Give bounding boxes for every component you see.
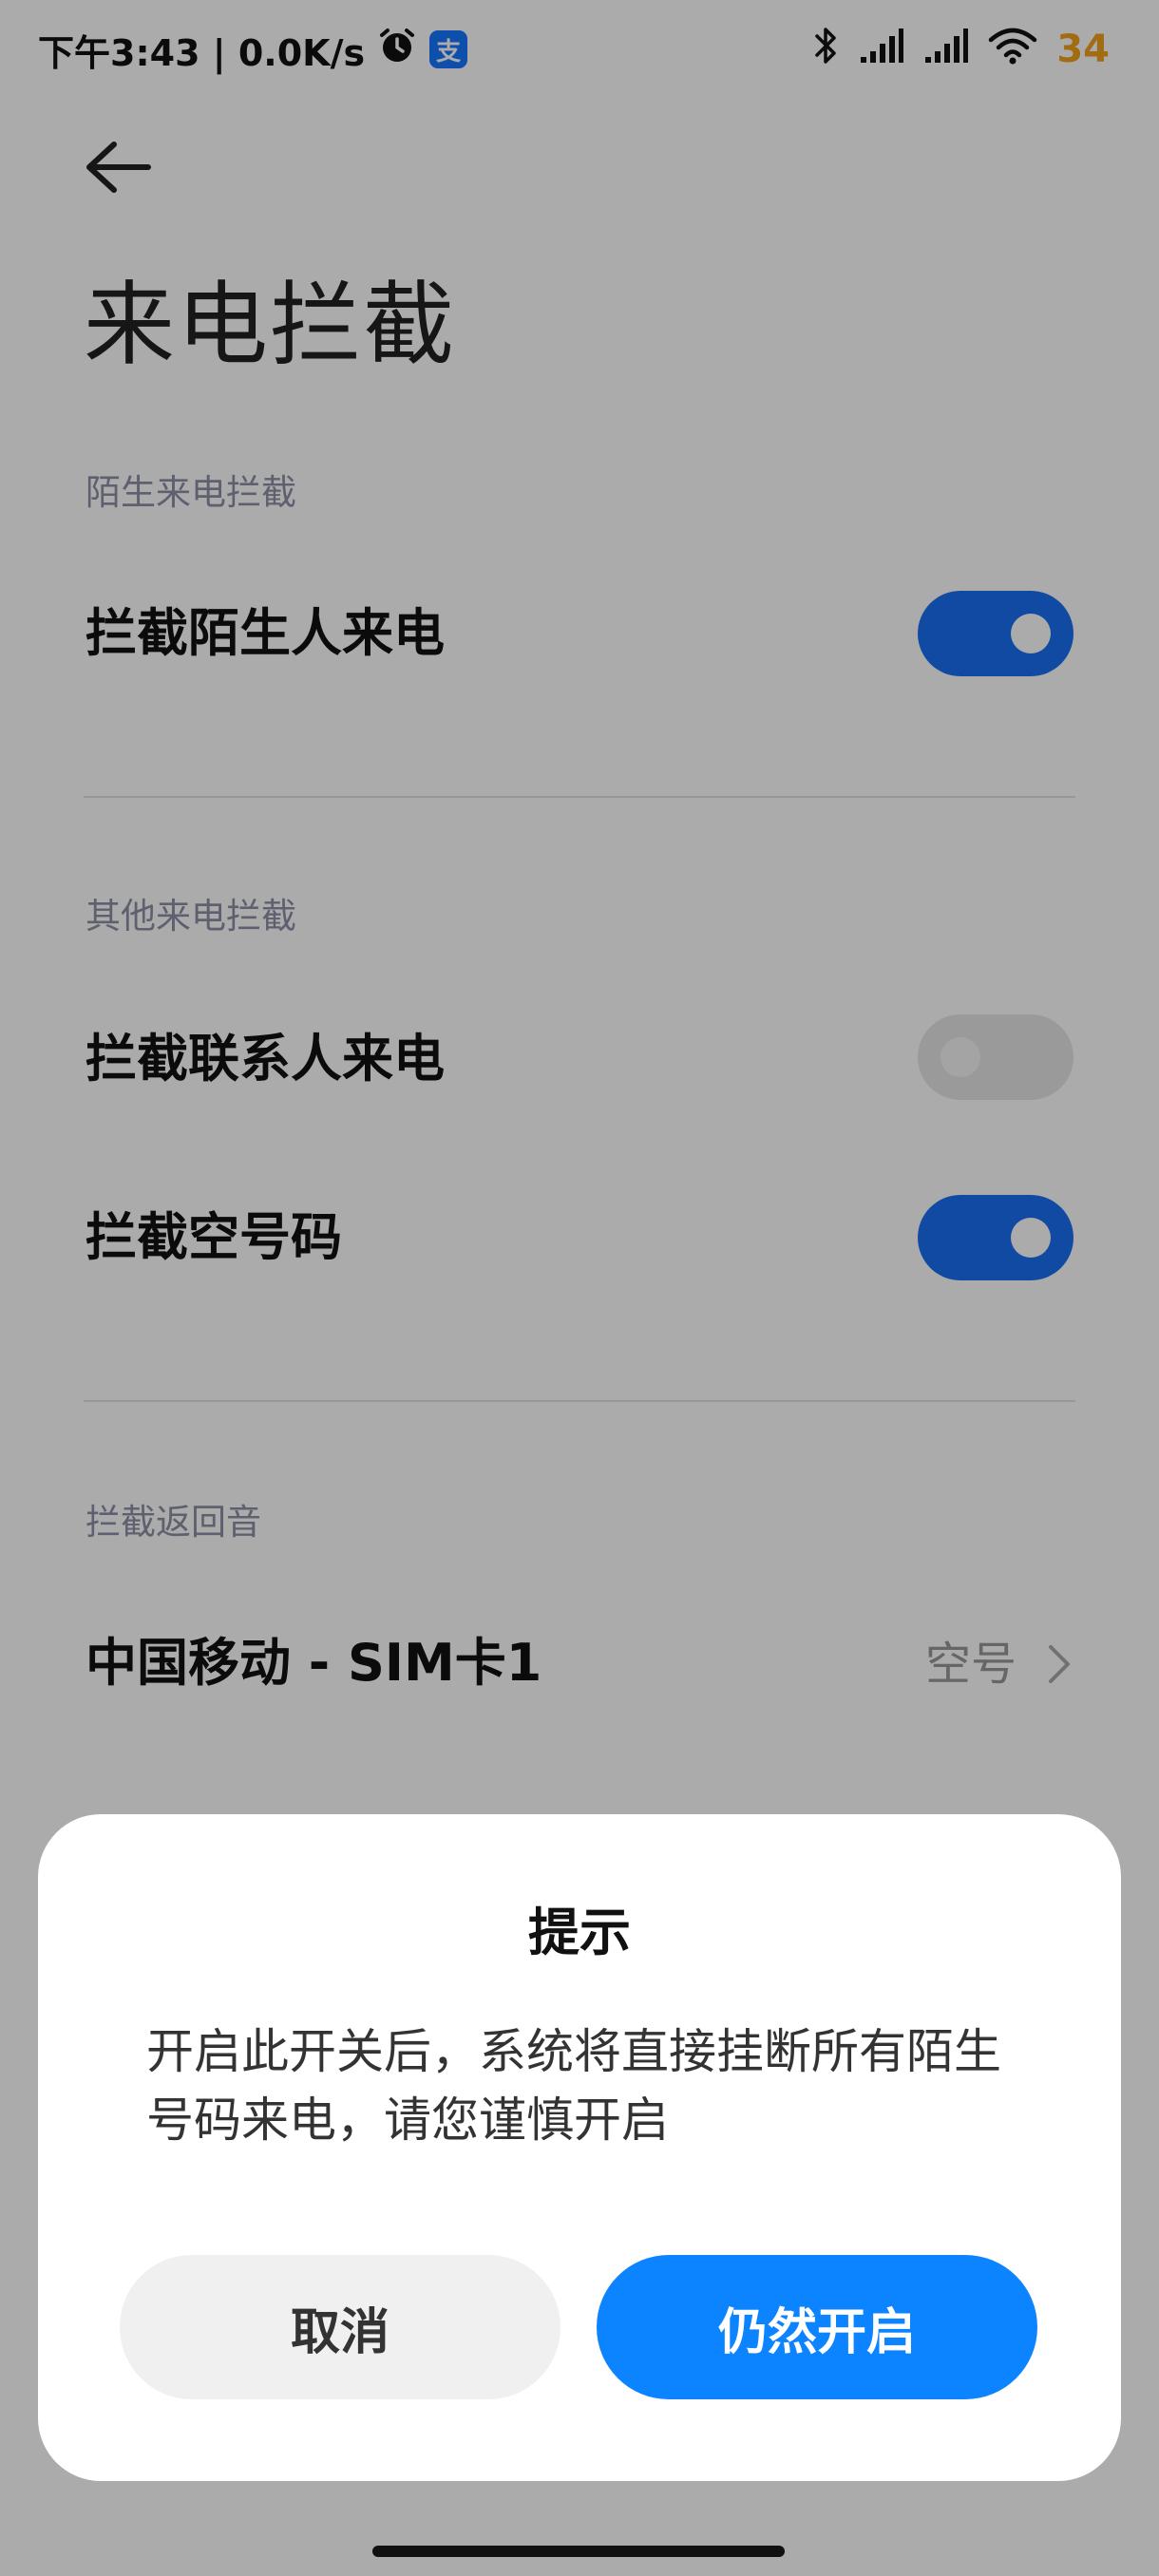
dialog-title: 提示 xyxy=(528,1903,631,1962)
cancel-button[interactable]: 取消 xyxy=(120,2255,560,2399)
home-indicator[interactable] xyxy=(372,2546,785,2557)
call-blocking-screen: 下午3:43 | 0.0K/s 支 34 来电拦截 陌生来电拦截 拦截陌生人来电… xyxy=(0,0,1159,2576)
dialog-message: 开启此开关后，系统将直接挂断所有陌生号码来电，请您谨慎开启 xyxy=(146,2024,1001,2148)
confirm-enable-button[interactable]: 仍然开启 xyxy=(597,2255,1037,2399)
confirmation-dialog: 提示 开启此开关后，系统将直接挂断所有陌生号码来电，请您谨慎开启 取消 仍然开启 xyxy=(38,1814,1121,2481)
